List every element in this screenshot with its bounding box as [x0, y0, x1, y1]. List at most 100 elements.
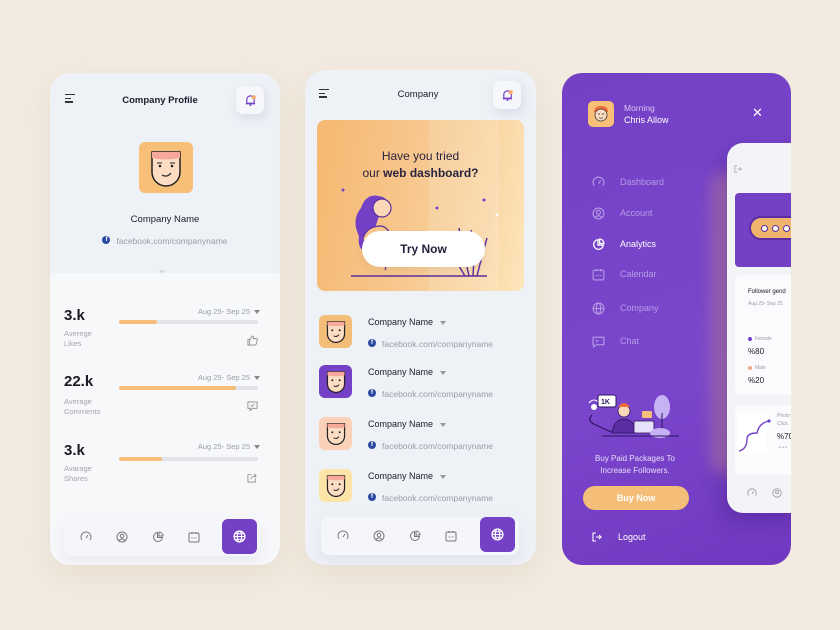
company-name: Company Name: [130, 214, 200, 225]
promo-badge: 1K: [601, 399, 610, 406]
company-name: Company Name: [368, 471, 447, 481]
date-range-dropdown[interactable]: Aug 25- Sep 25: [198, 442, 260, 451]
date-range-dropdown[interactable]: Aug 25- Sep 25: [198, 307, 260, 316]
globe-icon: [592, 302, 605, 314]
stat-value: 22.k: [64, 373, 94, 390]
more-dots-icon: • • •: [779, 445, 788, 451]
company-list-item[interactable]: Company Name f facebook.com/companyname: [319, 469, 519, 509]
stat-label: Averege Likes: [64, 329, 92, 348]
menu-label: Dashboard: [620, 177, 665, 187]
nav-dashboard[interactable]: [68, 518, 104, 556]
face-icon: [326, 321, 345, 344]
menu-item-calendar[interactable]: Calendar: [592, 267, 657, 281]
nav-account[interactable]: [104, 518, 140, 556]
menu-label: Account: [620, 208, 653, 218]
menu-item-account[interactable]: Account: [592, 206, 653, 220]
nav-analytics[interactable]: [140, 518, 176, 556]
stats-section: 3.k Averege Likes Aug 25- Sep 25 22.k Ave…: [50, 270, 280, 565]
account-icon: [772, 488, 782, 498]
user-face-icon: [594, 106, 608, 122]
nav-company[interactable]: [480, 517, 515, 552]
company-avatar: [319, 469, 352, 502]
close-icon[interactable]: ✕: [752, 105, 763, 121]
share-icon[interactable]: [247, 472, 258, 483]
nav-dashboard[interactable]: [325, 517, 361, 555]
user-name: Chris Allow: [624, 115, 669, 125]
company-list-item[interactable]: Company Name f facebook.com/companyname: [319, 417, 519, 457]
analytics-icon: [410, 530, 421, 541]
facebook-link-row[interactable]: f facebook.com/companyname: [368, 436, 493, 454]
nav-account[interactable]: [361, 517, 397, 555]
card2-value: %70: [777, 432, 791, 441]
try-now-button[interactable]: Try Now: [362, 231, 485, 267]
company-name: Company Name: [368, 367, 447, 377]
facebook-link-row[interactable]: f facebook.com/companyname: [368, 334, 493, 352]
notification-button[interactable]: [236, 86, 264, 114]
nav-analytics[interactable]: [397, 517, 433, 555]
calendar-icon: [188, 532, 200, 543]
caret-down-icon[interactable]: [440, 474, 447, 479]
menu-item-analytics[interactable]: Analytics: [592, 237, 656, 251]
facebook-icon: f: [368, 388, 376, 397]
bell-icon: [502, 89, 513, 101]
company-avatar: [319, 365, 352, 398]
globe-icon: [233, 530, 246, 543]
caret-down-icon: [254, 445, 260, 450]
company-list-item[interactable]: Company Name f facebook.com/companyname: [319, 315, 519, 355]
stat-label: Average Comments: [64, 397, 101, 416]
caret-down-icon: [254, 376, 260, 381]
male-label: Male: [748, 365, 766, 371]
nav-calendar[interactable]: [433, 517, 469, 555]
date-range-dropdown[interactable]: Aug 25- Sep 25: [198, 373, 260, 382]
nav-calendar[interactable]: [176, 518, 212, 556]
facebook-link-row[interactable]: f facebook.com/companyname: [50, 231, 280, 249]
nav-company[interactable]: [222, 519, 257, 554]
speech-bubble-illustration: [749, 216, 791, 240]
facebook-link[interactable]: facebook.com/companyname: [382, 441, 493, 451]
male-value: %20: [748, 376, 765, 385]
menu-item-chat[interactable]: Chat: [592, 334, 639, 348]
caret-down-icon: [254, 310, 260, 315]
facebook-link[interactable]: facebook.com/companyname: [116, 236, 227, 246]
buy-now-button[interactable]: Buy Now: [583, 486, 689, 510]
company-list-item[interactable]: Company Name f facebook.com/companyname: [319, 365, 519, 405]
card-title: Follower gend: [748, 289, 786, 295]
facebook-link[interactable]: facebook.com/companyname: [382, 389, 493, 399]
caret-down-icon[interactable]: [440, 320, 447, 325]
comment-icon[interactable]: [247, 401, 258, 412]
face-icon: [326, 371, 345, 394]
globe-icon: [491, 528, 504, 541]
logout-icon: [734, 165, 742, 173]
facebook-link-row[interactable]: f facebook.com/companyname: [368, 488, 493, 506]
facebook-link-row[interactable]: f facebook.com/companyname: [368, 384, 493, 402]
promo-text: Buy Paid Packages To Increase Followers.: [595, 454, 675, 475]
menu-item-dashboard[interactable]: Dashboard: [592, 175, 664, 189]
menu-label: Company: [620, 303, 659, 313]
account-icon: [373, 530, 385, 542]
card2-label: Click: [777, 421, 788, 427]
caret-down-icon[interactable]: [440, 370, 447, 375]
logout-button[interactable]: Logout: [592, 532, 646, 542]
stat-shares: 3.k Avarage Shares Aug 25- Sep 25: [50, 436, 280, 506]
female-value: %80: [748, 347, 765, 356]
dashboard-icon: [337, 530, 349, 540]
caret-down-icon[interactable]: [440, 422, 447, 427]
stat-value: 3.k: [64, 307, 85, 324]
user-avatar[interactable]: [588, 101, 614, 127]
thumbs-up-icon[interactable]: [247, 335, 258, 346]
dashboard-icon: [80, 531, 92, 541]
facebook-link[interactable]: facebook.com/companyname: [382, 493, 493, 503]
greeting: Morning: [624, 103, 655, 113]
follower-gender-card: Follower gend Aug 25- Sep 25 Female %80 …: [735, 275, 791, 395]
stat-value: 3.k: [64, 442, 85, 459]
card-date: Aug 25- Sep 25: [748, 301, 783, 307]
banner-headline: Have you tried our web dashboard?: [362, 149, 479, 180]
step-line-chart: [737, 413, 771, 453]
dashboard-icon: [592, 176, 605, 186]
section-caret-icon: [159, 270, 165, 274]
menu-item-company[interactable]: Company: [592, 301, 659, 315]
notification-button[interactable]: [493, 81, 521, 109]
progress-bar: [119, 457, 258, 461]
account-icon: [592, 207, 605, 219]
facebook-link[interactable]: facebook.com/companyname: [382, 339, 493, 349]
